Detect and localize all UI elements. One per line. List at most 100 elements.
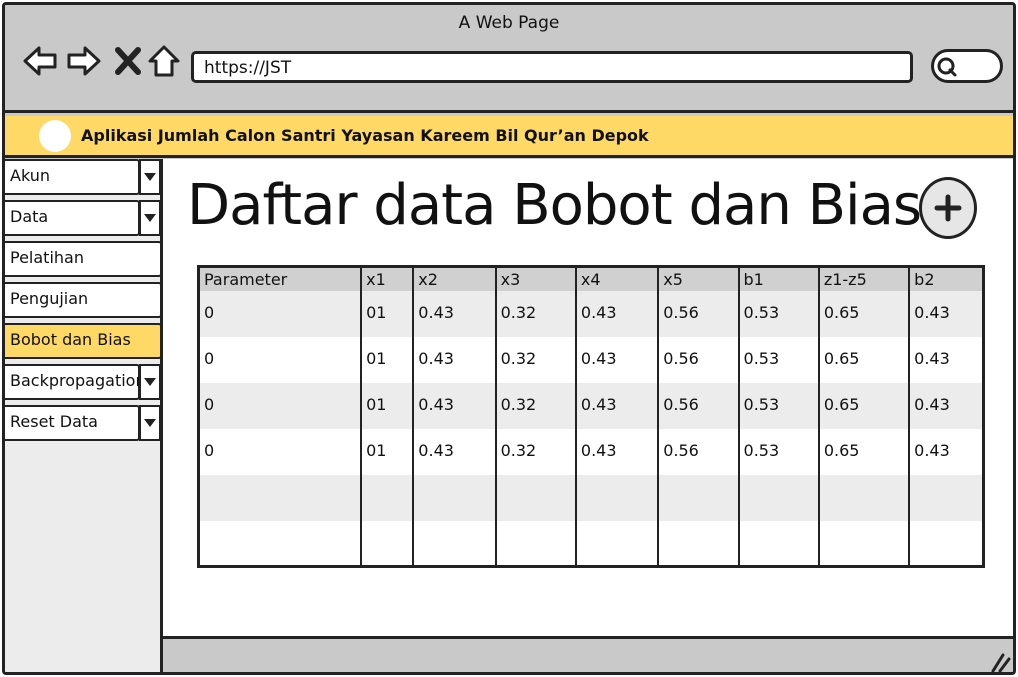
table-cell: 0.53 bbox=[737, 382, 819, 429]
table-cell: 0.65 bbox=[817, 336, 910, 383]
table-cell: 0 bbox=[204, 348, 215, 368]
table-row[interactable]: 0 01 0.43 0.32 0.43 0.56 0.53 0.65 0.43 bbox=[198, 336, 984, 383]
table-cell bbox=[908, 474, 984, 521]
chevron-down-icon[interactable] bbox=[139, 364, 161, 400]
table-cell: 0.43 bbox=[574, 336, 659, 383]
chevron-down-icon[interactable] bbox=[139, 159, 161, 195]
weights-table: Parameter x1 x2 x3 x4 x5 b1 z1-z5 b2 0 01… bbox=[197, 265, 985, 568]
table-cell: 01 bbox=[360, 382, 414, 429]
resize-grip-icon[interactable] bbox=[989, 651, 1011, 673]
search-icon bbox=[937, 57, 957, 77]
app-header: Aplikasi Jumlah Calon Santri Yayasan Kar… bbox=[5, 116, 1013, 158]
column-header[interactable]: x4 bbox=[574, 266, 659, 291]
table-cell: 0.65 bbox=[817, 428, 910, 475]
sidebar-item-reset-data[interactable]: Reset Data bbox=[5, 405, 161, 441]
table-cell: 0.43 bbox=[908, 428, 984, 475]
table-cell bbox=[737, 520, 819, 567]
column-header[interactable]: b1 bbox=[737, 266, 819, 291]
table-cell: 01 bbox=[360, 336, 414, 383]
table-cell: 0.43 bbox=[908, 290, 984, 337]
forward-arrow-icon bbox=[67, 46, 101, 76]
table-cell bbox=[494, 520, 576, 567]
table-cell: 01 bbox=[360, 428, 414, 475]
close-icon bbox=[115, 47, 141, 75]
column-header[interactable]: x3 bbox=[494, 266, 576, 291]
table-cell: 0.43 bbox=[574, 290, 659, 337]
column-header[interactable]: x2 bbox=[412, 266, 496, 291]
table-cell bbox=[199, 521, 362, 567]
sidebar-item-backpropagation[interactable]: Backpropagation bbox=[5, 364, 161, 400]
chevron-down-icon[interactable] bbox=[139, 200, 161, 236]
sidebar-item-label: Bobot dan Bias bbox=[10, 330, 131, 349]
table-row[interactable]: 0 01 0.43 0.32 0.43 0.56 0.53 0.65 0.43 bbox=[198, 428, 984, 475]
table-row[interactable]: 0 01 0.43 0.32 0.43 0.56 0.53 0.65 0.43 bbox=[198, 290, 984, 337]
table-cell: 0.32 bbox=[494, 428, 576, 475]
table-cell: 0.43 bbox=[412, 336, 496, 383]
table-cell: 0.43 bbox=[574, 382, 659, 429]
table-cell bbox=[908, 520, 984, 567]
chevron-down-icon[interactable] bbox=[139, 405, 161, 441]
table-header-row: Parameter x1 x2 x3 x4 x5 b1 z1-z5 b2 bbox=[198, 266, 984, 291]
sidebar-item-akun[interactable]: Akun bbox=[5, 159, 161, 195]
table-cell: 0.32 bbox=[494, 336, 576, 383]
forward-button[interactable] bbox=[65, 41, 103, 81]
table-cell: 0.53 bbox=[737, 290, 819, 337]
sidebar: Akun Data Pelatihan Pengujian Bobot dan … bbox=[5, 159, 163, 672]
table-row[interactable] bbox=[198, 520, 984, 567]
table-cell: 0.65 bbox=[817, 382, 910, 429]
table-row[interactable] bbox=[198, 474, 984, 521]
table-cell: 0.56 bbox=[657, 428, 739, 475]
table-cell: 0.32 bbox=[494, 382, 576, 429]
home-button[interactable] bbox=[145, 41, 183, 81]
table-cell: 0.43 bbox=[908, 382, 984, 429]
main-content: Daftar data Bobot dan Bias Parameter x1 … bbox=[163, 159, 1013, 639]
sidebar-item-bobot-dan-bias[interactable]: Bobot dan Bias bbox=[5, 323, 162, 359]
back-button[interactable] bbox=[21, 41, 59, 81]
table-cell: 0.56 bbox=[657, 290, 739, 337]
sidebar-item-pengujian[interactable]: Pengujian bbox=[5, 282, 162, 318]
table-cell bbox=[657, 520, 739, 567]
table-cell: 0.56 bbox=[657, 336, 739, 383]
table-cell bbox=[494, 474, 576, 521]
table-cell: 0.43 bbox=[412, 428, 496, 475]
sidebar-item-data[interactable]: Data bbox=[5, 200, 161, 236]
table-cell: 0 bbox=[204, 302, 215, 322]
table-cell bbox=[199, 475, 362, 521]
status-bar bbox=[163, 639, 1013, 673]
table-cell: 01 bbox=[360, 290, 414, 337]
table-cell: 0.43 bbox=[908, 336, 984, 383]
table-cell bbox=[657, 474, 739, 521]
page-title: Daftar data Bobot dan Bias bbox=[187, 173, 922, 238]
table-cell: 0.43 bbox=[412, 382, 496, 429]
search-button[interactable] bbox=[931, 49, 1003, 83]
browser-chrome: A Web Page https://JST bbox=[5, 5, 1013, 113]
table-cell bbox=[412, 474, 496, 521]
table-row[interactable]: 0 01 0.43 0.32 0.43 0.56 0.53 0.65 0.43 bbox=[198, 382, 984, 429]
table-cell: 0 bbox=[204, 440, 215, 460]
stop-button[interactable] bbox=[109, 41, 147, 81]
column-header[interactable]: x5 bbox=[657, 266, 739, 291]
table-cell bbox=[360, 520, 414, 567]
table-cell bbox=[817, 474, 910, 521]
sidebar-item-label: Reset Data bbox=[10, 412, 98, 431]
sidebar-item-pelatihan[interactable]: Pelatihan bbox=[5, 241, 162, 277]
table-cell bbox=[737, 474, 819, 521]
table-cell: 0.53 bbox=[737, 336, 819, 383]
column-header[interactable]: z1-z5 bbox=[817, 266, 910, 291]
table-cell: 0.65 bbox=[817, 290, 910, 337]
sidebar-item-label: Backpropagation bbox=[10, 371, 146, 390]
browser-window: A Web Page https://JST Aplikasi Jumlah C… bbox=[2, 2, 1016, 675]
sidebar-item-label: Pelatihan bbox=[10, 248, 84, 267]
table-cell: 0.56 bbox=[657, 382, 739, 429]
app-title: Aplikasi Jumlah Calon Santri Yayasan Kar… bbox=[81, 126, 649, 145]
home-icon bbox=[148, 45, 180, 77]
column-header[interactable]: b2 bbox=[908, 266, 984, 291]
sidebar-item-label: Akun bbox=[10, 166, 50, 185]
column-header[interactable]: x1 bbox=[360, 266, 414, 291]
column-header[interactable]: Parameter bbox=[199, 267, 362, 291]
table-cell: 0.32 bbox=[494, 290, 576, 337]
table-cell: 0.43 bbox=[412, 290, 496, 337]
sidebar-item-label: Pengujian bbox=[10, 289, 89, 308]
add-button[interactable] bbox=[919, 177, 977, 239]
url-bar[interactable]: https://JST bbox=[191, 51, 913, 83]
